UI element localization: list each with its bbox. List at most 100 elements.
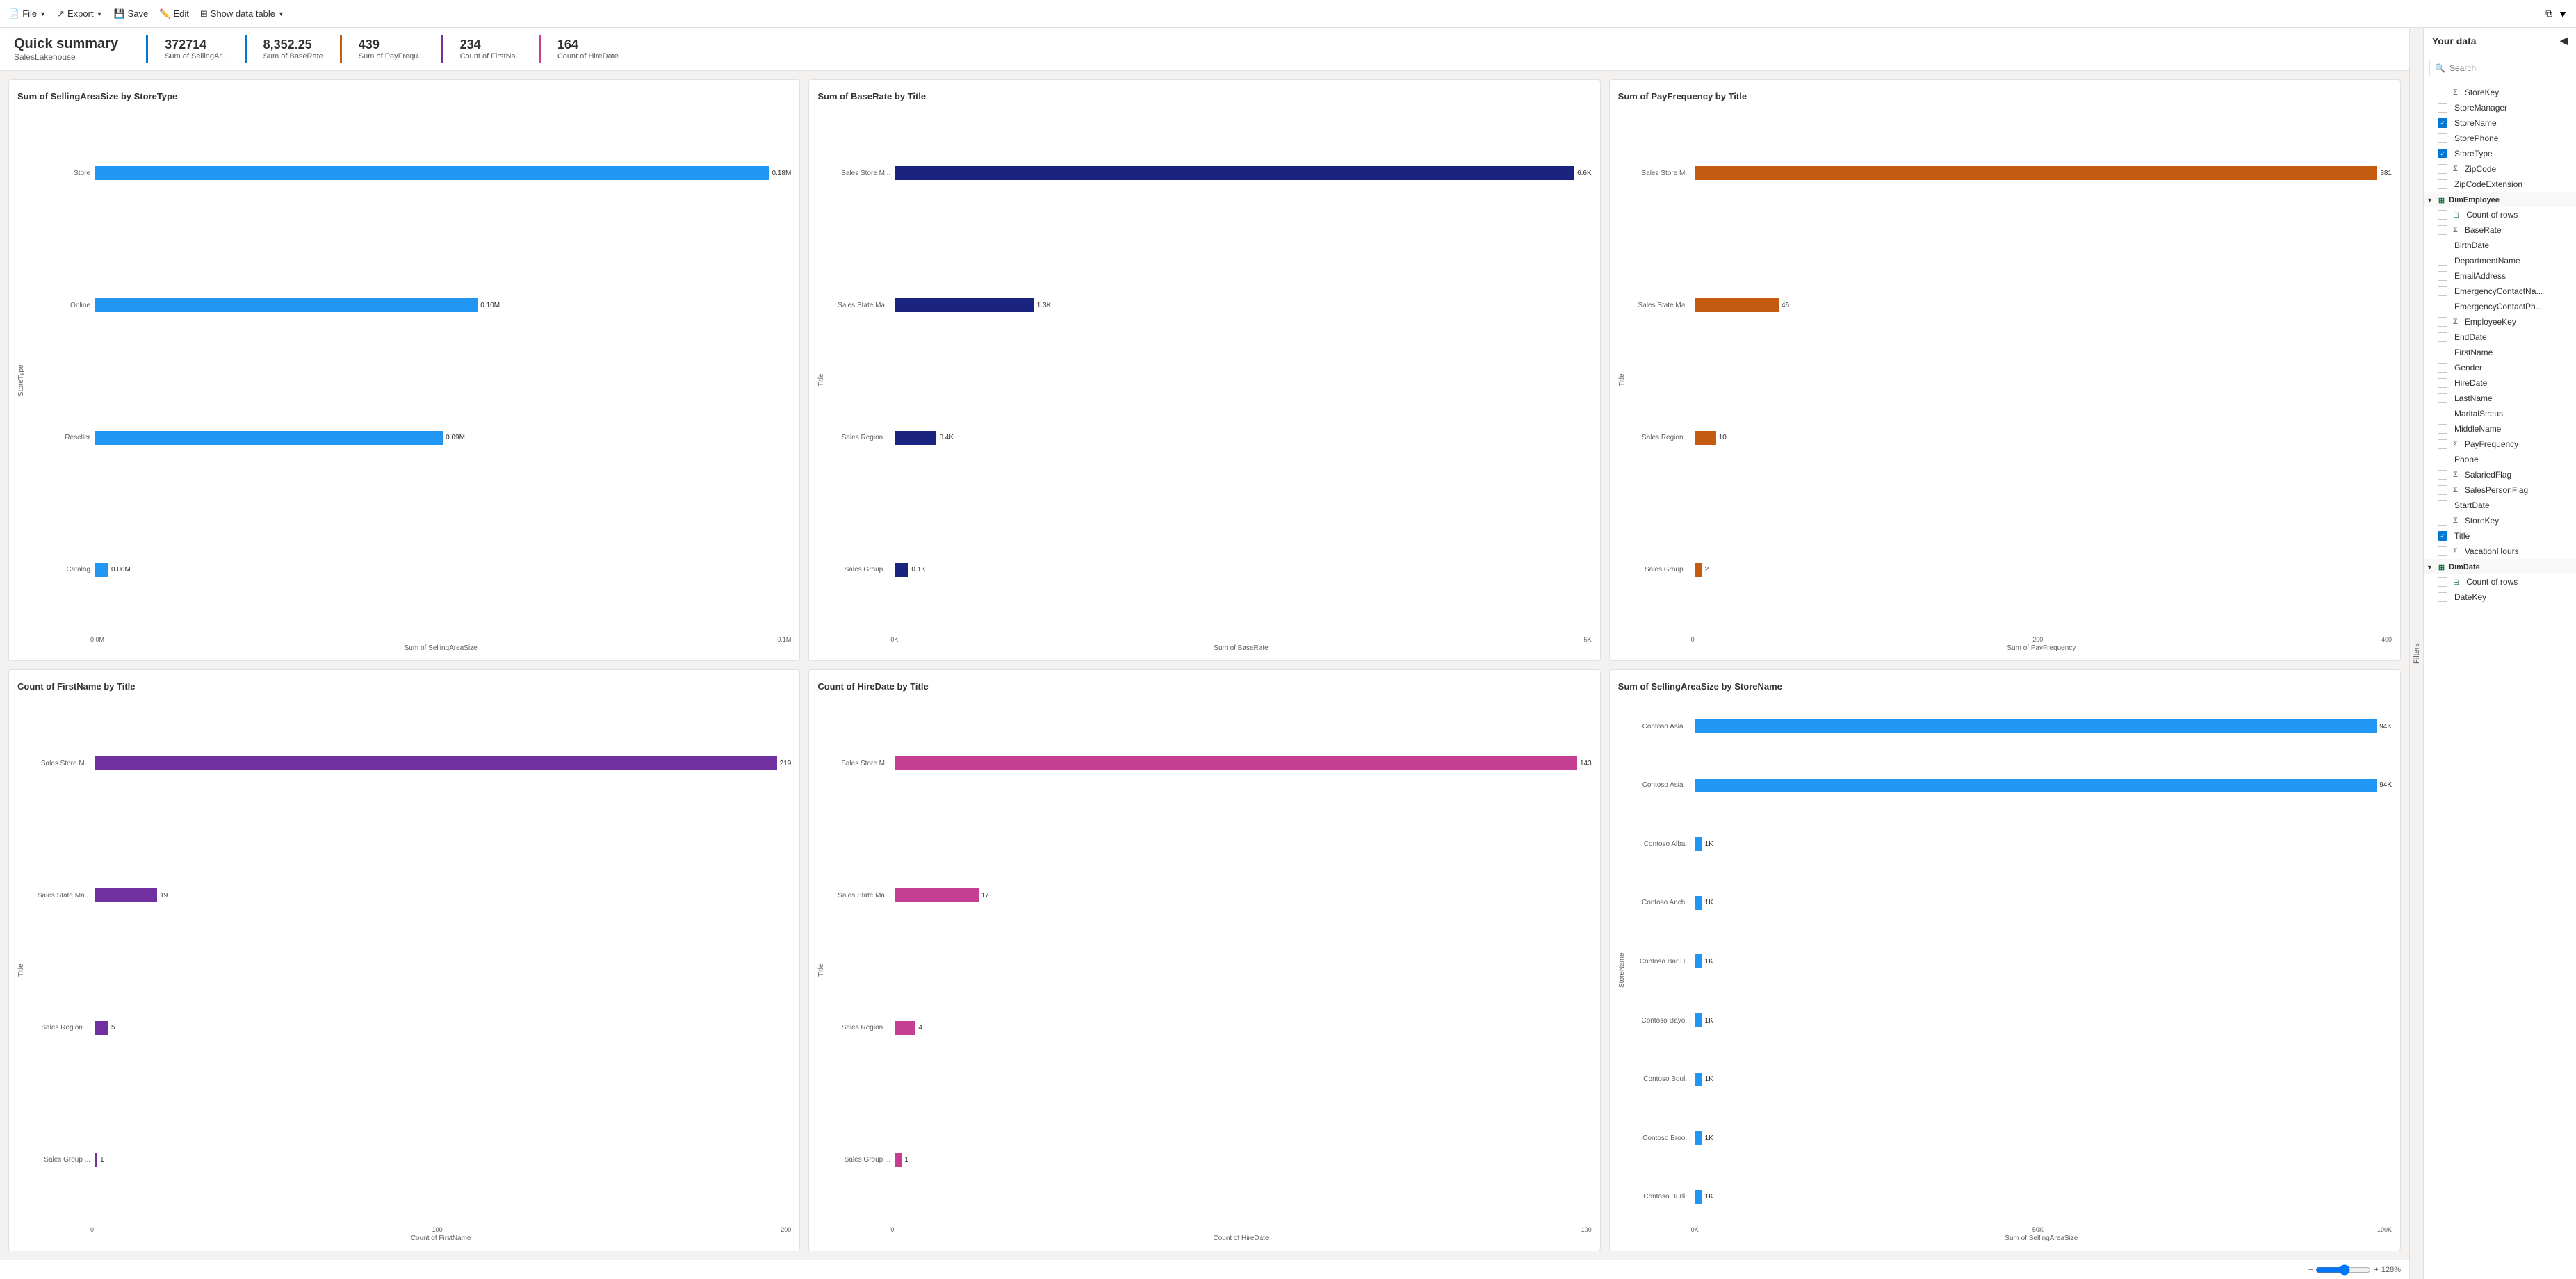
panel-item-checkbox[interactable] — [2438, 424, 2447, 434]
panel-list-item[interactable]: StoreName — [2424, 115, 2576, 131]
panel-item-checkbox[interactable] — [2438, 179, 2447, 189]
panel-list-item[interactable]: EmergencyContactPh... — [2424, 299, 2576, 314]
panel-item-checkbox[interactable] — [2438, 225, 2447, 235]
panel-item-checkbox[interactable] — [2438, 256, 2447, 266]
table-icon: ⊞ — [2453, 211, 2459, 220]
panel-list-item[interactable]: Phone — [2424, 452, 2576, 467]
panel-list-item[interactable]: StartDate — [2424, 498, 2576, 513]
panel-list-item[interactable]: ⊞Count of rows — [2424, 574, 2576, 589]
panel-collapse-icon[interactable]: ◀ — [2560, 35, 2568, 47]
search-input[interactable] — [2429, 60, 2570, 76]
show-data-table-button[interactable]: ⊞ Show data table ▼ — [200, 8, 284, 19]
panel-item-checkbox[interactable] — [2438, 409, 2447, 418]
panel-item-checkbox[interactable] — [2438, 210, 2447, 220]
panel-item-checkbox[interactable] — [2438, 393, 2447, 403]
panel-list-item[interactable]: BirthDate — [2424, 238, 2576, 253]
panel-list-item[interactable]: Title — [2424, 528, 2576, 544]
panel-item-checkbox[interactable] — [2438, 241, 2447, 250]
panel-list-item[interactable]: ΣStoreKey — [2424, 513, 2576, 528]
save-button[interactable]: 💾 Save — [113, 8, 148, 19]
table-icon: ⊞ — [200, 8, 208, 19]
table-icon: ⊞ — [2438, 196, 2445, 205]
panel-item-checkbox[interactable] — [2438, 439, 2447, 449]
sigma-icon: Σ — [2453, 440, 2458, 448]
panel-item-checkbox[interactable] — [2438, 302, 2447, 311]
kpi-item: 164Count of HireDate — [539, 35, 635, 63]
zoom-control[interactable]: − + 128% — [2308, 1264, 2401, 1276]
y-axis-label: Title — [817, 699, 825, 1242]
panel-list-item[interactable]: ΣBaseRate — [2424, 222, 2576, 238]
expand-icon[interactable]: ▼ — [2427, 564, 2433, 571]
panel-list-item[interactable]: ΣPayFrequency — [2424, 437, 2576, 452]
edit-button[interactable]: ✏️ Edit — [159, 8, 189, 19]
panel-list-item[interactable]: LastName — [2424, 391, 2576, 406]
panel-item-checkbox[interactable] — [2438, 531, 2447, 541]
zoom-slider[interactable] — [2315, 1264, 2371, 1276]
panel-list-item[interactable]: ΣVacationHours — [2424, 544, 2576, 559]
panel-item-checkbox[interactable] — [2438, 332, 2447, 342]
content-area: Quick summary SalesLakehouse 372714Sum o… — [0, 28, 2409, 1279]
kpi-item: 439Sum of PayFrequ... — [340, 35, 441, 63]
panel-item-checkbox[interactable] — [2438, 577, 2447, 587]
panel-list-item[interactable]: FirstName — [2424, 345, 2576, 360]
panel-item-checkbox[interactable] — [2438, 149, 2447, 158]
file-menu[interactable]: 📄 File ▼ — [8, 8, 46, 19]
page-subtitle: SalesLakehouse — [14, 52, 118, 62]
panel-list-item[interactable]: EmailAddress — [2424, 268, 2576, 284]
panel-item-checkbox[interactable] — [2438, 378, 2447, 388]
panel-item-checkbox[interactable] — [2438, 485, 2447, 495]
panel-list-item[interactable]: StoreType — [2424, 146, 2576, 161]
panel-list-item[interactable]: ⊞Count of rows — [2424, 207, 2576, 222]
panel-list-item[interactable]: Gender — [2424, 360, 2576, 375]
summary-title-block: Quick summary SalesLakehouse — [14, 36, 118, 62]
panel-list-item[interactable]: DateKey — [2424, 589, 2576, 605]
panel-list-item[interactable]: ΣSalariedFlag — [2424, 467, 2576, 482]
panel-list-item[interactable]: EmergencyContactNa... — [2424, 284, 2576, 299]
panel-item-checkbox[interactable] — [2438, 317, 2447, 327]
panel-list-item[interactable]: HireDate — [2424, 375, 2576, 391]
panel-list-item[interactable]: ΣSalesPersonFlag — [2424, 482, 2576, 498]
panel-item-checkbox[interactable] — [2438, 103, 2447, 113]
zoom-out-icon[interactable]: − — [2308, 1266, 2313, 1274]
panel-item-checkbox[interactable] — [2438, 470, 2447, 480]
filters-tab[interactable]: Filters — [2409, 28, 2423, 1279]
panel-section-header[interactable]: ▼⊞DimEmployee — [2424, 192, 2576, 207]
bar-row: Contoso Broo...1K — [1629, 1131, 2392, 1145]
panel-item-checkbox[interactable] — [2438, 286, 2447, 296]
panel-item-checkbox[interactable] — [2438, 133, 2447, 143]
panel-item-checkbox[interactable] — [2438, 88, 2447, 97]
panel-list-item[interactable]: EndDate — [2424, 329, 2576, 345]
panel-list-item[interactable]: StoreManager — [2424, 100, 2576, 115]
panel-list-item[interactable]: ΣZipCode — [2424, 161, 2576, 177]
bar-row: Contoso Asia ...94K — [1629, 719, 2392, 733]
bar-row: Sales Region ...4 — [828, 1021, 1591, 1035]
filters-label: Filters — [2411, 637, 2422, 669]
panel-list-item[interactable]: MiddleName — [2424, 421, 2576, 437]
panel-item-checkbox[interactable] — [2438, 271, 2447, 281]
panel-item-checkbox[interactable] — [2438, 455, 2447, 464]
panel-list-item[interactable]: ΣStoreKey — [2424, 85, 2576, 100]
bar-row: Sales Region ...5 — [28, 1021, 791, 1035]
panel-item-checkbox[interactable] — [2438, 546, 2447, 556]
panel-item-checkbox[interactable] — [2438, 348, 2447, 357]
expand-icon[interactable]: ▼ — [2427, 197, 2433, 204]
panel-item-checkbox[interactable] — [2438, 500, 2447, 510]
zoom-in-icon[interactable]: + — [2374, 1266, 2378, 1274]
panel-list-item[interactable]: ZipCodeExtension — [2424, 177, 2576, 192]
window-expand-icon[interactable]: ▼ — [2558, 8, 2568, 19]
sigma-icon: Σ — [2453, 486, 2458, 494]
panel-item-checkbox[interactable] — [2438, 118, 2447, 128]
panel-item-checkbox[interactable] — [2438, 164, 2447, 174]
export-chevron-icon: ▼ — [97, 10, 103, 17]
table-icon: ⊞ — [2438, 563, 2445, 572]
export-button[interactable]: ↗ Export ▼ — [57, 8, 102, 19]
panel-section-header[interactable]: ▼⊞DimDate — [2424, 559, 2576, 574]
panel-item-checkbox[interactable] — [2438, 516, 2447, 526]
panel-item-checkbox[interactable] — [2438, 363, 2447, 373]
panel-list-item[interactable]: DepartmentName — [2424, 253, 2576, 268]
panel-list-item[interactable]: ΣEmployeeKey — [2424, 314, 2576, 329]
panel-list-item[interactable]: StorePhone — [2424, 131, 2576, 146]
panel-list-item[interactable]: MaritalStatus — [2424, 406, 2576, 421]
window-restore-icon[interactable]: ⧉ — [2545, 8, 2552, 19]
panel-item-checkbox[interactable] — [2438, 592, 2447, 602]
